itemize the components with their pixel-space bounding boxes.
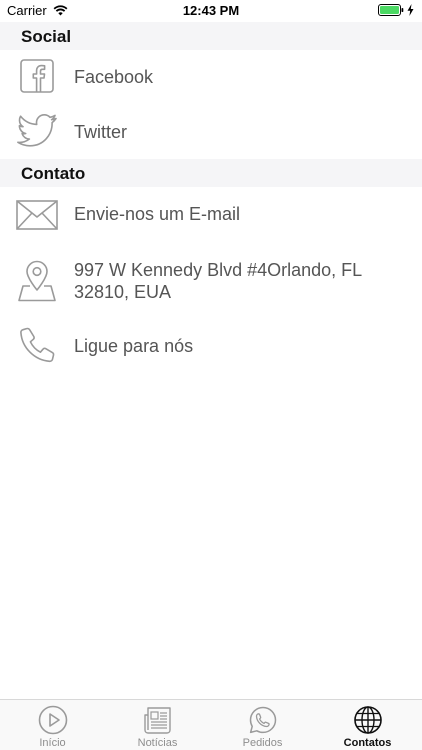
tab-label: Contatos (343, 737, 392, 749)
address-line-1: 997 W Kennedy Blvd #4Orlando, FL (74, 260, 363, 280)
section-header-contato: Contato (0, 159, 422, 187)
email-label: Envie-nos um E-mail (74, 204, 241, 224)
facebook-icon (16, 55, 58, 97)
charging-bolt-icon (407, 4, 414, 16)
whatsapp-icon (249, 706, 277, 734)
tab-inicio[interactable]: Início (0, 700, 105, 750)
email-row[interactable]: Envie-nos um E-mail (0, 187, 422, 242)
address-line-2: 32810, EUA (74, 282, 172, 302)
facebook-label: Facebook (74, 67, 154, 87)
section-title: Social (21, 27, 72, 46)
tab-label: Pedidos (242, 737, 283, 749)
status-bar: Carrier 12:43 PM (0, 0, 422, 22)
phone-label: Ligue para nós (74, 336, 194, 356)
clock: 12:43 PM (182, 3, 240, 18)
play-icon (38, 705, 68, 735)
tab-label: Notícias (137, 737, 178, 749)
tab-label: Início (39, 737, 66, 749)
section-header-social: Social (0, 22, 422, 50)
tab-contatos[interactable]: Contatos (315, 700, 420, 750)
envelope-icon (16, 194, 58, 236)
tab-noticias[interactable]: Notícias (105, 700, 210, 750)
address-label: 997 W Kennedy Blvd #4Orlando, FL 32810, … (74, 259, 362, 303)
section-title: Contato (21, 164, 86, 183)
map-pin-icon (16, 260, 58, 302)
battery-indicator (378, 4, 414, 16)
twitter-icon (16, 110, 58, 152)
battery-icon (378, 4, 404, 16)
twitter-label: Twitter (74, 122, 128, 142)
facebook-row[interactable]: Facebook (0, 50, 422, 104)
phone-icon (16, 324, 58, 366)
address-row[interactable]: 997 W Kennedy Blvd #4Orlando, FL 32810, … (0, 250, 422, 314)
twitter-row[interactable]: Twitter (0, 104, 422, 158)
phone-row[interactable]: Ligue para nós (0, 318, 422, 374)
newspaper-icon (144, 707, 171, 734)
tab-pedidos[interactable]: Pedidos (210, 700, 315, 750)
tab-bar: Início Notícias Pedidos Contatos (0, 699, 422, 750)
globe-icon (354, 706, 382, 734)
